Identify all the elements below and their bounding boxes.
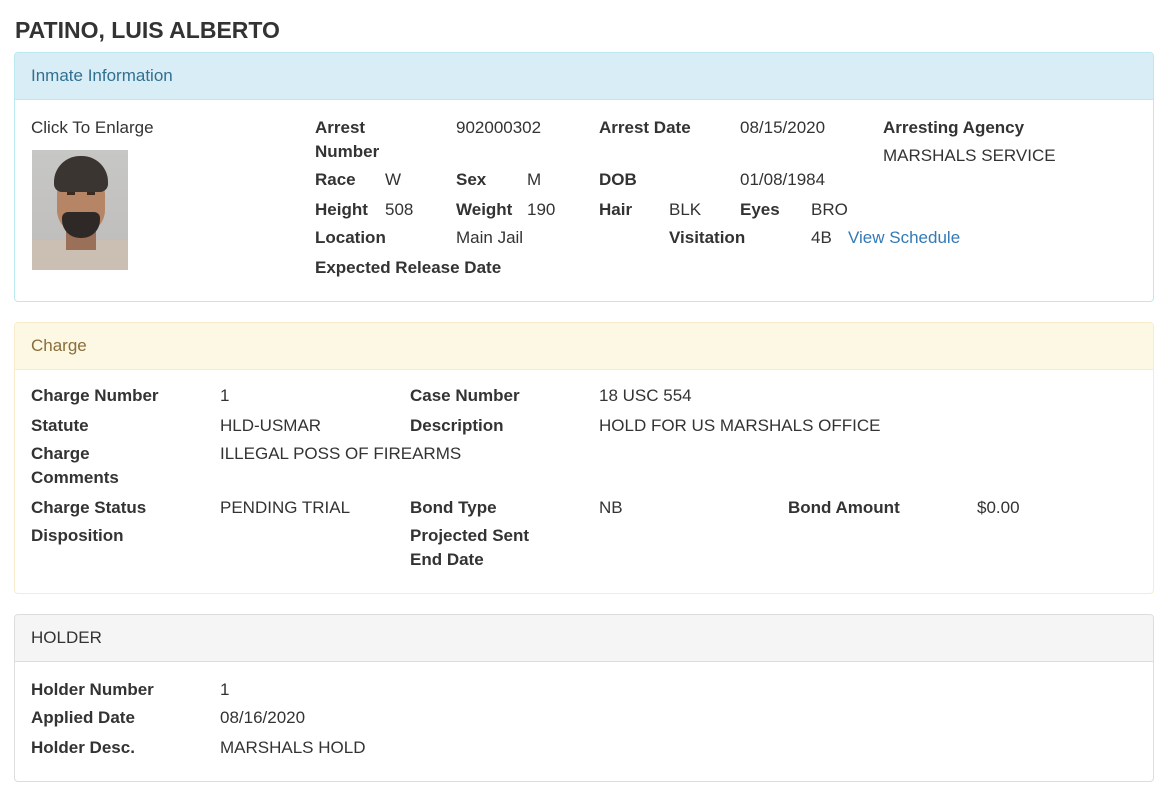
holder-number-label: Holder Number	[31, 680, 154, 699]
holder-heading: HOLDER	[15, 615, 1153, 662]
location-value: Main Jail	[456, 228, 524, 247]
expected-release-date-label: Expected Release Date	[315, 258, 502, 277]
case-number-value: 18 USC 554	[599, 386, 692, 405]
page-title: PATINO, LUIS ALBERTO	[15, 17, 280, 43]
statute-label: Statute	[31, 416, 89, 435]
holder-desc-label: Holder Desc.	[31, 738, 135, 757]
bond-type-value: NB	[599, 498, 623, 517]
arrest-number-label: Arrest Number	[315, 118, 380, 161]
sex-value: M	[527, 170, 542, 189]
inmate-photo[interactable]	[32, 150, 128, 270]
statute-value: HLD-USMAR	[220, 416, 322, 435]
photo-caption: Click To Enlarge	[31, 118, 154, 137]
bond-amount-label: Bond Amount	[788, 498, 900, 517]
projected-sent-end-date-label: Projected Sent End Date	[410, 526, 530, 569]
sex-label: Sex	[456, 170, 487, 189]
weight-value: 190	[527, 200, 556, 219]
race-value: W	[385, 170, 402, 189]
holder-panel: HOLDER Holder Number 1 Applied Date 08/1…	[14, 614, 1154, 782]
arrest-number-value: 902000302	[456, 118, 542, 137]
race-label: Race	[315, 170, 356, 189]
charge-status-label: Charge Status	[31, 498, 147, 517]
inmate-information-panel: Inmate Information Click To Enlarge Arre…	[14, 52, 1154, 302]
dob-value: 01/08/1984	[740, 170, 826, 189]
description-value: HOLD FOR US MARSHALS OFFICE	[599, 416, 881, 435]
holder-number-value: 1	[220, 680, 230, 699]
height-value: 508	[385, 200, 414, 219]
applied-date-label: Applied Date	[31, 708, 135, 727]
case-number-label: Case Number	[410, 386, 520, 405]
eyes-value: BRO	[811, 200, 848, 219]
weight-label: Weight	[456, 200, 513, 219]
height-label: Height	[315, 200, 368, 219]
dob-label: DOB	[599, 170, 637, 189]
applied-date-value: 08/16/2020	[220, 708, 306, 727]
visitation-value: 4B	[811, 228, 832, 247]
charge-heading: Charge	[15, 323, 1153, 370]
charge-number-label: Charge Number	[31, 386, 159, 405]
arresting-agency-value: MARSHALS SERVICE	[883, 146, 1056, 165]
view-schedule-link[interactable]: View Schedule	[848, 226, 960, 250]
charge-status-value: PENDING TRIAL	[220, 498, 351, 517]
arrest-date-value: 08/15/2020	[740, 118, 826, 137]
charge-number-value: 1	[220, 386, 230, 405]
inmate-information-heading: Inmate Information	[15, 53, 1153, 100]
hair-label: Hair	[599, 200, 633, 219]
description-label: Description	[410, 416, 504, 435]
disposition-label: Disposition	[31, 526, 124, 545]
bond-amount-value: $0.00	[977, 498, 1020, 517]
bond-type-label: Bond Type	[410, 498, 497, 517]
charge-panel: Charge Charge Number 1 Case Number 18 US…	[14, 322, 1154, 594]
holder-desc-value: MARSHALS HOLD	[220, 738, 366, 757]
location-label: Location	[315, 228, 386, 247]
charge-comments-value: ILLEGAL POSS OF FIREARMS	[220, 444, 462, 463]
visitation-label: Visitation	[669, 228, 746, 247]
arresting-agency-label: Arresting Agency	[883, 118, 1025, 137]
arrest-date-label: Arrest Date	[599, 118, 691, 137]
eyes-label: Eyes	[740, 200, 780, 219]
charge-comments-label: Charge Comments	[31, 444, 119, 487]
hair-value: BLK	[669, 200, 702, 219]
